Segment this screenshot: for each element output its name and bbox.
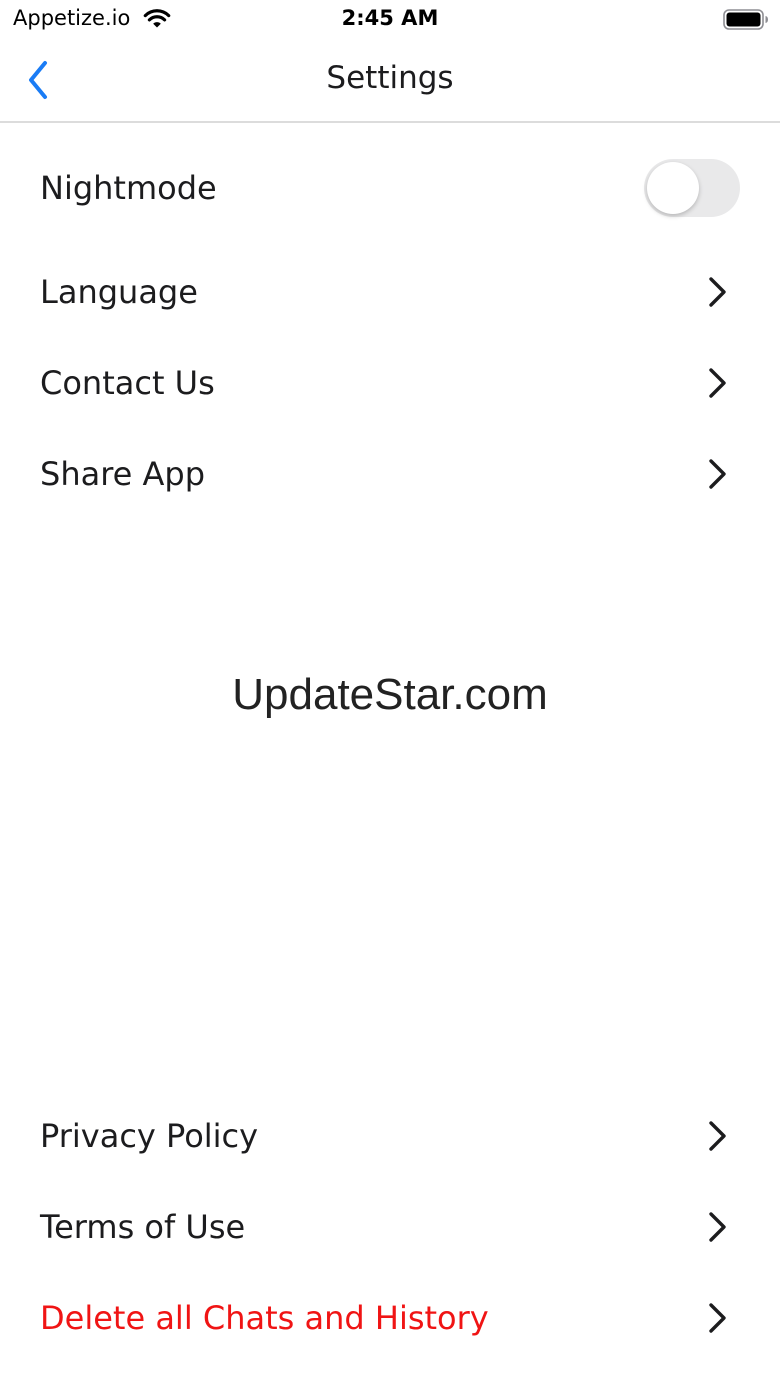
privacy-policy-label: Privacy Policy [40, 1117, 259, 1155]
contact-us-label: Contact Us [40, 364, 215, 402]
settings-row-privacy-policy[interactable]: Privacy Policy [0, 1091, 780, 1181]
chevron-right-icon [709, 1303, 726, 1333]
page-title: Settings [326, 60, 454, 96]
watermark-text: UpdateStar.com [232, 670, 548, 719]
settings-row-share-app[interactable]: Share App [0, 429, 780, 519]
nightmode-toggle[interactable] [644, 159, 740, 217]
battery-full-icon [723, 9, 768, 30]
settings-row-contact-us[interactable]: Contact Us [0, 338, 780, 428]
toggle-knob [647, 162, 699, 214]
navigation-bar: Settings [0, 40, 780, 123]
chevron-right-icon [709, 368, 726, 398]
delete-history-label: Delete all Chats and History [40, 1299, 489, 1337]
status-time: 2:45 AM [341, 6, 439, 30]
settings-row-nightmode: Nightmode [0, 143, 780, 233]
language-label: Language [40, 273, 198, 311]
nightmode-label: Nightmode [40, 169, 217, 207]
chevron-right-icon [709, 459, 726, 489]
chevron-right-icon [709, 1212, 726, 1242]
chevron-right-icon [709, 1121, 726, 1151]
terms-of-use-label: Terms of Use [40, 1208, 246, 1246]
settings-row-delete-history[interactable]: Delete all Chats and History [0, 1273, 780, 1363]
status-bar: Appetize.io 2:45 AM [0, 0, 780, 40]
settings-row-terms-of-use[interactable]: Terms of Use [0, 1182, 780, 1272]
chevron-right-icon [709, 277, 726, 307]
settings-row-language[interactable]: Language [0, 247, 780, 337]
share-app-label: Share App [40, 455, 206, 493]
